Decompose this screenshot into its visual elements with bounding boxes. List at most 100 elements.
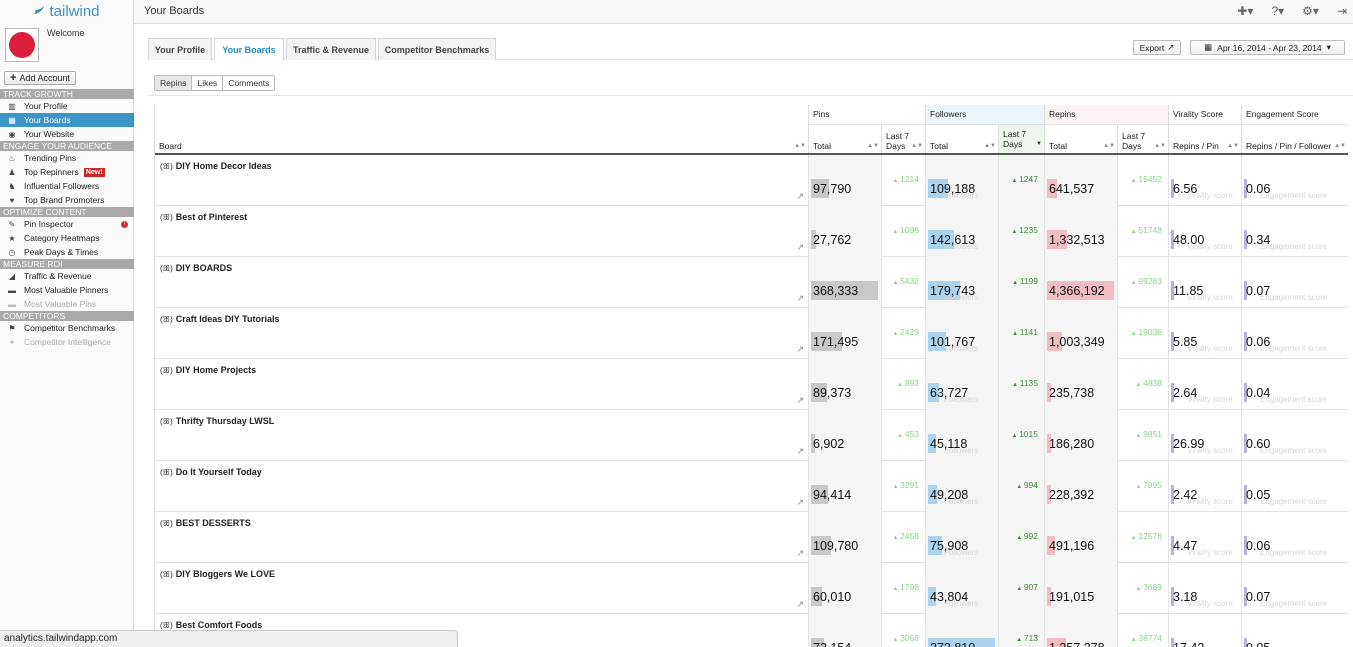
pins-total-header[interactable]: Total ▲▼ <box>809 125 882 155</box>
repins-up-arrow-icon: ▲ <box>1135 484 1144 490</box>
external-link-icon[interactable]: ↗ <box>796 548 804 559</box>
group-board-icon: (ꕥ) <box>160 162 173 171</box>
board-name[interactable]: (ꕥ) Do It Yourself Today <box>160 467 262 478</box>
repins-gain-value: 12576 <box>1138 531 1162 541</box>
followers-last7-header[interactable]: Last 7 Days ▼ <box>999 125 1045 155</box>
external-link-icon[interactable]: ↗ <box>796 344 804 355</box>
external-link-icon[interactable]: ↗ <box>796 446 804 457</box>
engagement-sub-header[interactable]: Repins / Pin / Follower ▲▼ <box>1242 125 1348 155</box>
sidebar-item-your-profile[interactable]: ▥ Your Profile <box>0 99 134 113</box>
add-menu-icon[interactable]: ✚▾ <box>1237 4 1253 18</box>
repins-gain-value: 3689 <box>1143 582 1162 592</box>
engagement-value: 0.05 <box>1246 641 1270 647</box>
subtab-likes[interactable]: Likes <box>192 76 224 90</box>
engagement-total-cell: Engagement score 0.34 <box>1242 206 1348 257</box>
sidebar-item-top-repinners[interactable]: ♟ Top Repinners New! <box>0 165 134 179</box>
followers-up-arrow-icon: ▲ <box>1016 535 1024 541</box>
repins-last7-cell: ▲ 19036 <box>1118 308 1169 359</box>
sidebar-item-competitor-intelligence[interactable]: ✦ Competitor Intelligence <box>0 335 134 349</box>
engagement-total-cell: Engagement score 0.07 <box>1242 257 1348 308</box>
export-button[interactable]: Export ↗ <box>1133 40 1181 55</box>
followers-value: 63,727 <box>930 386 969 400</box>
board-name[interactable]: (ꕥ) DIY Home Projects <box>160 365 256 376</box>
pins-gain-value: 2458 <box>900 531 919 541</box>
status-bar: analytics.tailwindapp.com <box>0 630 458 647</box>
tab-your-profile[interactable]: Your Profile <box>148 38 212 60</box>
sidebar-item-most-valuable-pinners[interactable]: ▬ Most Valuable Pinners <box>0 283 134 297</box>
repins-value: 191,015 <box>1049 590 1095 604</box>
table-row: (ꕥ) BEST DESSERTS ↗ 109,780 ▲ 2458 Followers 7… <box>155 512 1348 563</box>
plus-icon: + <box>10 72 17 84</box>
add-account-button[interactable]: + Add Account <box>4 71 76 85</box>
sidebar-item-competitor-benchmarks[interactable]: ⚑ Competitor Benchmarks <box>0 321 134 335</box>
tab-your-boards[interactable]: Your Boards <box>214 38 284 60</box>
followers-total-header[interactable]: Total ▲▼ <box>926 125 999 155</box>
pins-last7-cell: ▲ 5432 <box>882 257 926 308</box>
external-link-icon[interactable]: ↗ <box>796 242 804 253</box>
sidebar-item-top-brand-promoters[interactable]: ♥ Top Brand Promoters <box>0 193 134 207</box>
sidebar-item-label: Most Valuable Pinners <box>24 285 109 295</box>
tab-competitor-benchmarks[interactable]: Competitor Benchmarks <box>378 38 496 60</box>
repins-total-cell: 235,738 <box>1045 359 1118 410</box>
external-link-icon[interactable]: ↗ <box>796 191 804 202</box>
sidebar-item-peak-days-times[interactable]: ◷ Peak Days & Times <box>0 245 134 259</box>
sidebar-item-influential-followers[interactable]: ♞ Influential Followers <box>0 179 134 193</box>
board-name[interactable]: (ꕥ) DIY Bloggers We LOVE <box>160 569 275 580</box>
board-name[interactable]: (ꕥ) Craft Ideas DIY Tutorials <box>160 314 279 325</box>
followers-total-cell: Followers 179,743 <box>926 257 999 308</box>
pins-last7-header[interactable]: Last 7 Days ▲▼ <box>882 125 926 155</box>
new-badge: New! <box>83 167 105 177</box>
followers-last7-cell: ▲ 1015 <box>999 410 1045 461</box>
followers-total-cell: Followers 101,767 <box>926 308 999 359</box>
sidebar-item-your-boards[interactable]: ▦ Your Boards <box>0 113 134 127</box>
pins-gain: ▲ 1098 <box>892 225 919 235</box>
logout-icon[interactable]: ⇥ <box>1337 4 1347 18</box>
external-link-icon[interactable]: ↗ <box>796 293 804 304</box>
board-name[interactable]: (ꕥ) Thrifty Thursday LWSL <box>160 416 274 427</box>
repins-last7-cell: ▲ 7995 <box>1118 461 1169 512</box>
external-link-icon: ↗ <box>1167 42 1175 52</box>
logo-text: tailwind <box>49 2 100 20</box>
external-link-icon[interactable]: ↗ <box>796 599 804 610</box>
repins-up-arrow-icon: ▲ <box>1135 586 1144 592</box>
followers-last7-cell: ▲ 713 <box>999 614 1045 647</box>
pins-up-arrow-icon: ▲ <box>892 229 901 235</box>
board-column-header[interactable]: Board ▲▼ <box>155 105 809 155</box>
subtab-repins[interactable]: Repins <box>155 76 193 90</box>
sidebar-item-traffic-revenue[interactable]: ◢ Traffic & Revenue <box>0 269 134 283</box>
repins-last7-header[interactable]: Last 7 Days ▲▼ <box>1118 125 1169 155</box>
pins-last7-cell: ▲ 3058 <box>882 614 926 647</box>
engagement-total-cell: Engagement score 0.04 <box>1242 359 1348 410</box>
virality-sub-header[interactable]: Repins / Pin ▲▼ <box>1169 125 1242 155</box>
date-range-picker[interactable]: ▦ Apr 16, 2014 - Apr 23, 2014 ▾ <box>1190 40 1345 55</box>
tab-traffic-revenue[interactable]: Traffic & Revenue <box>286 38 376 60</box>
pins-up-arrow-icon: ▲ <box>892 484 901 490</box>
money-icon: ▬ <box>8 299 16 309</box>
help-menu-icon[interactable]: ?▾ <box>1271 4 1284 18</box>
subtab-comments[interactable]: Comments <box>223 76 275 90</box>
pins-last7-cell: ▲ 1798 <box>882 563 926 614</box>
board-name[interactable]: (ꕥ) BEST DESSERTS <box>160 518 251 529</box>
sidebar-section-title: MEASURE ROI <box>0 259 134 269</box>
board-name[interactable]: (ꕥ) DIY BOARDS <box>160 263 232 274</box>
sidebar-section-title: TRACK GROWTH <box>0 89 134 99</box>
gear-icon[interactable]: ⚙▾ <box>1302 4 1319 18</box>
alert-icon: ! <box>121 220 128 228</box>
repins-gain-value: 4838 <box>1143 378 1162 388</box>
tailwind-logo[interactable]: tailwind <box>0 0 133 22</box>
avatar[interactable] <box>5 28 39 62</box>
sidebar-item-your-website[interactable]: ◉ Your Website <box>0 127 134 141</box>
sidebar-item-category-heatmaps[interactable]: ★ Category Heatmaps <box>0 231 134 245</box>
board-name[interactable]: (ꕥ) Best of Pinterest <box>160 212 247 223</box>
sidebar-item-trending-pins[interactable]: ♨ Trending Pins <box>0 151 134 165</box>
sidebar-item-most-valuable-pins[interactable]: ▬ Most Valuable Pins <box>0 297 134 311</box>
area-chart-icon: ◢ <box>8 271 16 281</box>
pins-total-cell: 94,414 <box>809 461 882 512</box>
external-link-icon[interactable]: ↗ <box>796 497 804 508</box>
repins-total-header[interactable]: Total ▲▼ <box>1045 125 1118 155</box>
repins-total-cell: 491,196 <box>1045 512 1118 563</box>
board-name[interactable]: (ꕥ) DIY Home Decor Ideas <box>160 161 272 172</box>
sidebar-item-pin-inspector[interactable]: ✎ Pin Inspector! <box>0 217 134 231</box>
external-link-icon[interactable]: ↗ <box>796 395 804 406</box>
followers-total-cell: Followers 45,118 <box>926 410 999 461</box>
